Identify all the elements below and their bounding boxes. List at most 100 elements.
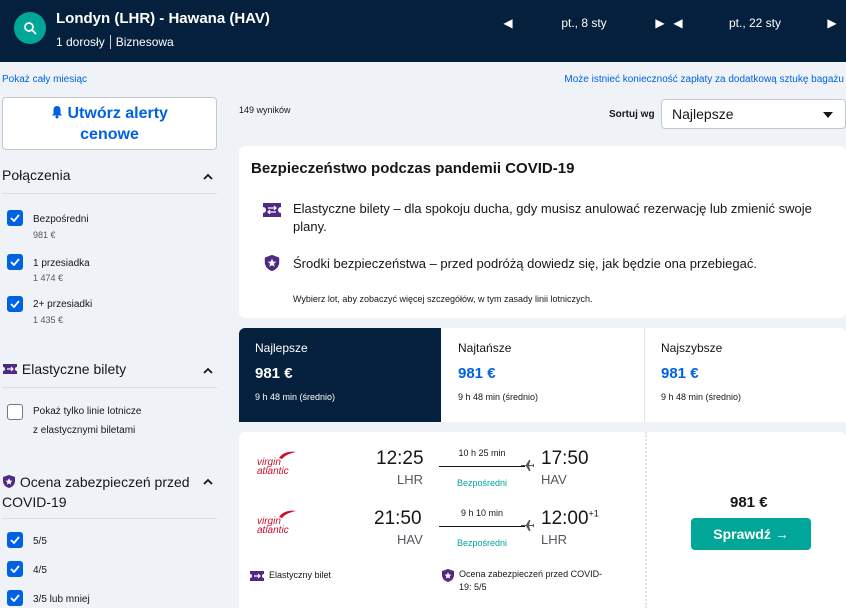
tab-cheapest[interactable]: Najtańsze 981 € 9 h 48 min (średnio) bbox=[442, 328, 644, 422]
checkbox-safety-4[interactable] bbox=[7, 561, 23, 577]
shield-icon bbox=[3, 475, 15, 488]
inbound-stops: Bezpośredni bbox=[456, 538, 508, 548]
tab-duration: 9 h 48 min (średnio) bbox=[255, 392, 336, 402]
return-date-nav: ◀ pt., 22 sty ▶ bbox=[672, 14, 838, 32]
alert-label-line2: cenowe bbox=[80, 126, 139, 143]
covid-filter-title-line1: Ocena zabezpieczeń przed bbox=[19, 474, 190, 490]
inbound-departure-time: 21:50 bbox=[374, 508, 422, 529]
chevron-up-icon bbox=[203, 173, 213, 180]
plane-icon bbox=[521, 460, 534, 471]
covid-info-card: Bezpieczeństwo podczas pandemii COVID-19… bbox=[239, 146, 846, 318]
inbound-arrival-code: LHR bbox=[541, 532, 568, 547]
stops-option-label: 2+ przesiadki bbox=[33, 299, 93, 310]
safety-rating-badge: Ocena zabezpieczeń przed COVID- 19: 5/5 bbox=[441, 568, 602, 594]
flexible-ticket-label: Elastyczny bilet bbox=[269, 570, 332, 580]
tab-price: 981 € bbox=[255, 365, 293, 382]
tab-best[interactable]: Najlepsze 981 € 9 h 48 min (średnio) bbox=[239, 328, 441, 422]
search-button[interactable] bbox=[14, 12, 46, 44]
flight-result-card[interactable]: virgin atlantic 12:25 LHR 10 h 25 min Be… bbox=[239, 432, 846, 608]
return-date[interactable]: pt., 22 sty bbox=[684, 16, 826, 30]
select-flight-button[interactable]: Sprawdź → bbox=[691, 518, 811, 550]
airline-logo: virgin atlantic bbox=[255, 450, 303, 480]
flexible-ticket-badge: Elastyczny bilet bbox=[249, 570, 331, 582]
inbound-arrival-clock: 12:00 bbox=[541, 508, 589, 529]
details-divider bbox=[109, 35, 111, 49]
outbound-arrival-time: 17:50 bbox=[541, 448, 589, 469]
sort-label: Sortuj wg bbox=[609, 109, 655, 120]
shield-icon bbox=[264, 254, 280, 272]
sort-tabs: Najlepsze 981 € 9 h 48 min (średnio) Naj… bbox=[239, 328, 846, 422]
cabin-class: Biznesowa bbox=[115, 35, 174, 49]
outbound-duration: 10 h 25 min bbox=[458, 448, 506, 458]
trip-details[interactable]: 1 dorosły Biznesowa bbox=[56, 35, 174, 49]
inbound-route-line bbox=[439, 526, 525, 527]
inbound-arrival-time: 12:00+1 bbox=[541, 508, 599, 530]
ticket-icon bbox=[250, 571, 264, 581]
ticket-icon bbox=[3, 364, 17, 374]
route-title[interactable]: Londyn (LHR) - Hawana (HAV) bbox=[56, 10, 270, 27]
stops-filter-header[interactable]: Połączenia bbox=[2, 167, 217, 183]
flexible-ticket-icon bbox=[263, 203, 281, 217]
outbound-departure-code: LHR bbox=[397, 472, 424, 487]
results-count: 149 wyników bbox=[239, 105, 291, 115]
baggage-fee-link[interactable]: Może istnieć konieczność zapłaty za doda… bbox=[564, 74, 844, 85]
safety-option-label: 5/5 bbox=[33, 536, 47, 547]
depart-date[interactable]: pt., 8 sty bbox=[514, 16, 654, 30]
safety-rating-line2: 19: 5/5 bbox=[459, 582, 487, 592]
checkbox-safety-3[interactable] bbox=[7, 590, 23, 606]
flex-filter-title: Elastyczne bilety bbox=[21, 361, 127, 377]
checkbox-safety-5[interactable] bbox=[7, 532, 23, 548]
inbound-duration: 9 h 10 min bbox=[460, 508, 504, 518]
check-icon bbox=[10, 258, 20, 266]
tab-price: 981 € bbox=[458, 365, 496, 382]
flex-filter-header[interactable]: Elastyczne bilety bbox=[2, 361, 217, 377]
checkbox-direct[interactable] bbox=[7, 210, 23, 226]
safety-rating-line1: Ocena zabezpieczeń przed COVID- bbox=[459, 569, 603, 579]
alert-label-line1: Utwórz alerty bbox=[67, 105, 168, 122]
tab-fastest[interactable]: Najszybsze 981 € 9 h 48 min (średnio) bbox=[645, 328, 846, 422]
chevron-up-icon bbox=[203, 367, 213, 374]
covid-card-flex-text: Elastyczne bilety – dla spokoju ducha, g… bbox=[293, 201, 812, 234]
stops-option-label: Bezpośredni bbox=[33, 214, 89, 225]
tab-duration: 9 h 48 min (średnio) bbox=[458, 392, 539, 402]
flex-option-line1: Pokaż tylko linie lotnicze bbox=[33, 406, 142, 417]
prev-return-date-icon[interactable]: ◀ bbox=[672, 16, 684, 30]
depart-date-nav: ◀ pt., 8 sty ▶ bbox=[502, 14, 666, 32]
caret-down-icon bbox=[823, 112, 833, 118]
prev-depart-date-icon[interactable]: ◀ bbox=[502, 16, 514, 30]
next-return-date-icon[interactable]: ▶ bbox=[826, 16, 838, 30]
covid-filter-header[interactable]: Ocena zabezpieczeń przed COVID-19 bbox=[2, 472, 217, 512]
divider bbox=[2, 387, 217, 388]
ticket-price: 981 € bbox=[730, 494, 768, 511]
top-bar: Londyn (LHR) - Hawana (HAV) 1 dorosły Bi… bbox=[0, 0, 846, 62]
checkbox-two-plus-stops[interactable] bbox=[7, 296, 23, 312]
stops-option-label: 1 przesiadka bbox=[33, 258, 90, 269]
bell-icon bbox=[52, 106, 63, 119]
check-icon bbox=[10, 594, 20, 602]
checkbox-one-stop[interactable] bbox=[7, 254, 23, 270]
safety-option-label: 3/5 lub mniej bbox=[33, 594, 90, 605]
sort-select[interactable]: Najlepsze bbox=[661, 99, 846, 129]
day-offset: +1 bbox=[588, 508, 599, 519]
check-icon bbox=[10, 300, 20, 308]
check-icon bbox=[10, 536, 20, 544]
sort-value: Najlepsze bbox=[672, 106, 734, 122]
outbound-arrival-code: HAV bbox=[541, 472, 567, 487]
check-icon bbox=[10, 214, 20, 222]
create-price-alert-button[interactable]: Utwórz alerty cenowe bbox=[2, 97, 217, 150]
checkbox-flexible-only[interactable] bbox=[7, 404, 23, 420]
next-depart-date-icon[interactable]: ▶ bbox=[654, 16, 666, 30]
show-month-link[interactable]: Pokaż cały miesiąc bbox=[2, 74, 87, 85]
flex-option-line2: z elastycznymi biletami bbox=[33, 425, 136, 436]
shield-icon bbox=[442, 569, 454, 582]
ticket-divider bbox=[645, 432, 647, 608]
search-icon bbox=[24, 22, 37, 35]
covid-card-title: Bezpieczeństwo podczas pandemii COVID-19 bbox=[251, 160, 575, 177]
tab-duration: 9 h 48 min (średnio) bbox=[661, 392, 742, 402]
divider bbox=[2, 518, 217, 519]
outbound-departure-time: 12:25 bbox=[376, 448, 424, 469]
plane-icon bbox=[521, 520, 534, 531]
airline-logo: virgin atlantic bbox=[255, 509, 303, 539]
covid-card-safety-text: Środki bezpieczeństwa – przed podróżą do… bbox=[293, 256, 757, 271]
arrow-right-icon: → bbox=[774, 526, 789, 542]
